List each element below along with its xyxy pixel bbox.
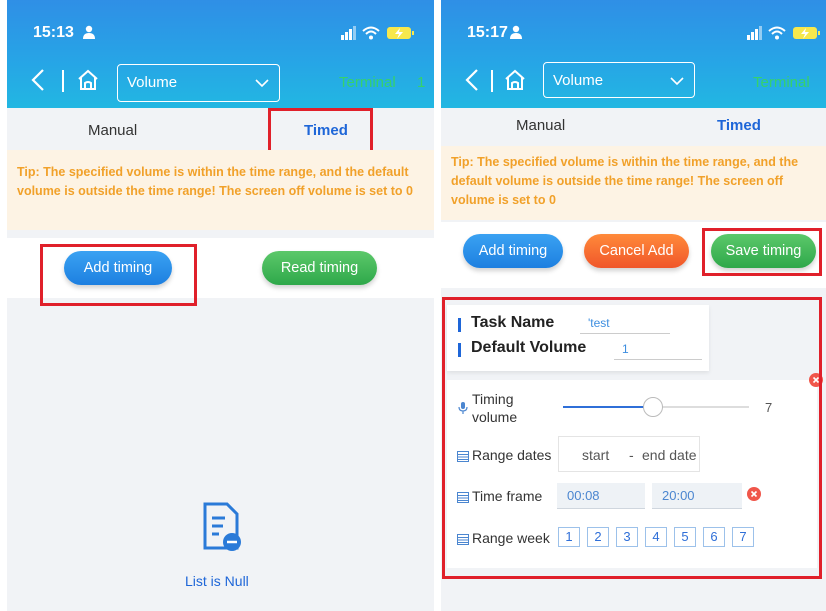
status-time: 15:17 bbox=[467, 24, 508, 41]
back-button[interactable] bbox=[31, 68, 45, 96]
cancel-add-button[interactable]: Cancel Add bbox=[584, 234, 689, 268]
tab-manual[interactable]: Manual bbox=[516, 117, 565, 134]
tip-text: Tip: The specified volume is within the … bbox=[7, 150, 434, 230]
status-time: 15:13 bbox=[33, 24, 74, 41]
mode-select-value: Volume bbox=[127, 74, 178, 91]
terminal-label: Terminal bbox=[753, 74, 810, 91]
terminal-number: 1 bbox=[417, 74, 426, 91]
highlight-box-save bbox=[702, 228, 822, 276]
signal-icon bbox=[747, 26, 762, 40]
signal-icon bbox=[341, 26, 356, 40]
home-icon[interactable] bbox=[503, 68, 527, 92]
empty-list-text: List is Null bbox=[185, 573, 249, 589]
back-button[interactable] bbox=[465, 68, 479, 96]
tab-timed[interactable]: Timed bbox=[717, 117, 761, 134]
mode-select-value: Volume bbox=[553, 72, 604, 89]
wifi-icon bbox=[362, 26, 380, 40]
tab-manual[interactable]: Manual bbox=[88, 122, 137, 139]
highlight-box-add bbox=[40, 244, 197, 306]
home-icon[interactable] bbox=[76, 68, 100, 92]
tab-bar: Manual Timed bbox=[441, 108, 826, 146]
empty-document-icon bbox=[203, 502, 241, 551]
person-icon bbox=[510, 25, 522, 39]
back-chevron-icon bbox=[31, 69, 44, 91]
read-timing-button[interactable]: Read timing bbox=[262, 251, 377, 285]
chevron-down-icon bbox=[670, 77, 684, 86]
nav-separator bbox=[491, 70, 493, 92]
person-icon bbox=[83, 25, 95, 39]
chevron-down-icon bbox=[255, 79, 269, 88]
nav-separator bbox=[62, 70, 64, 92]
wifi-icon bbox=[768, 26, 786, 40]
tip-text: Tip: The specified volume is within the … bbox=[441, 146, 826, 220]
highlight-box-form bbox=[442, 297, 822, 579]
mode-select[interactable]: Volume bbox=[117, 64, 280, 102]
left-screen: 15:13 Volume Terminal 1 Manual Timed Tip… bbox=[7, 0, 434, 611]
battery-charging-icon bbox=[387, 27, 414, 39]
header-bar: 15:17 Volume Terminal bbox=[441, 0, 826, 108]
right-screen: 15:17 Volume Terminal Manual Timed Tip: … bbox=[441, 0, 826, 611]
header-bar: 15:13 Volume Terminal 1 bbox=[7, 0, 434, 108]
back-chevron-icon bbox=[465, 69, 478, 91]
system-status-icons bbox=[747, 26, 820, 40]
battery-charging-icon bbox=[793, 27, 820, 39]
add-timing-button[interactable]: Add timing bbox=[463, 234, 563, 268]
mode-select[interactable]: Volume bbox=[543, 62, 695, 98]
terminal-label: Terminal bbox=[339, 74, 396, 91]
system-status-icons bbox=[341, 26, 414, 40]
